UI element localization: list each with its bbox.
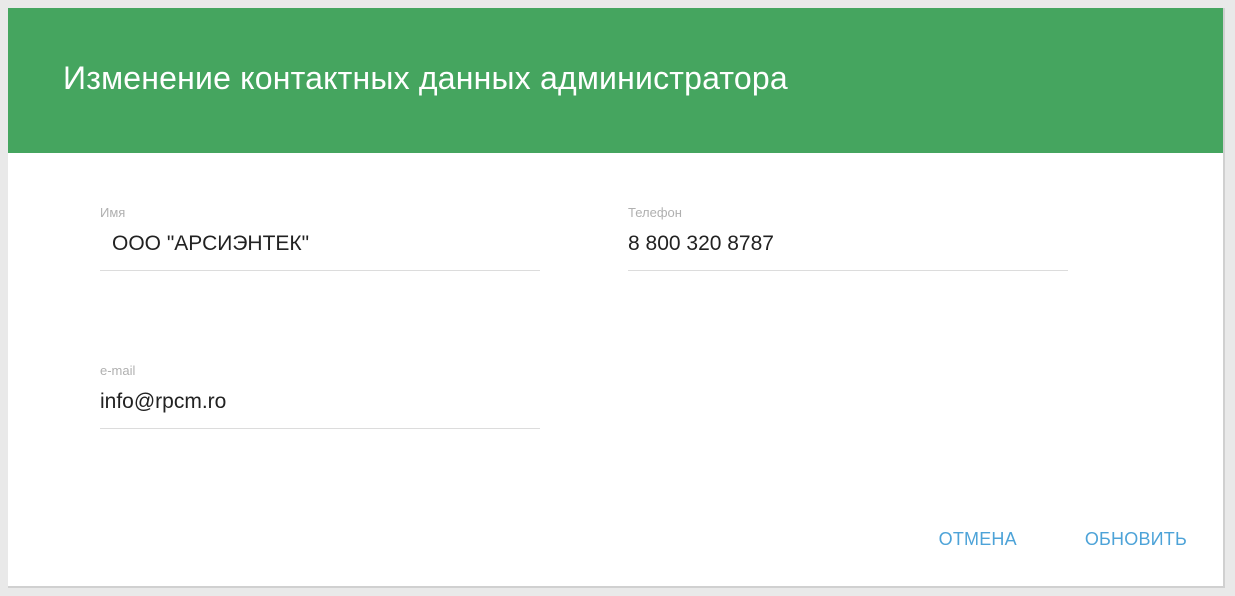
phone-field-group: Телефон [628, 205, 1068, 271]
name-label: Имя [100, 205, 126, 220]
phone-input[interactable] [628, 232, 1068, 271]
cancel-button[interactable]: ОТМЕНА [929, 521, 1027, 558]
name-field-group: Имя [100, 205, 540, 271]
dialog-header: Изменение контактных данных администрато… [8, 8, 1223, 153]
name-input[interactable] [100, 232, 540, 271]
email-label: e-mail [100, 363, 136, 378]
email-input[interactable] [100, 390, 540, 429]
update-button[interactable]: ОБНОВИТЬ [1075, 521, 1197, 558]
email-field-group: e-mail [100, 363, 540, 429]
edit-admin-contacts-dialog: Изменение контактных данных администрато… [8, 8, 1225, 588]
dialog-title: Изменение контактных данных администрато… [63, 60, 788, 96]
phone-label: Телефон [628, 205, 682, 220]
dialog-actions: ОТМЕНА ОБНОВИТЬ [881, 521, 1197, 558]
